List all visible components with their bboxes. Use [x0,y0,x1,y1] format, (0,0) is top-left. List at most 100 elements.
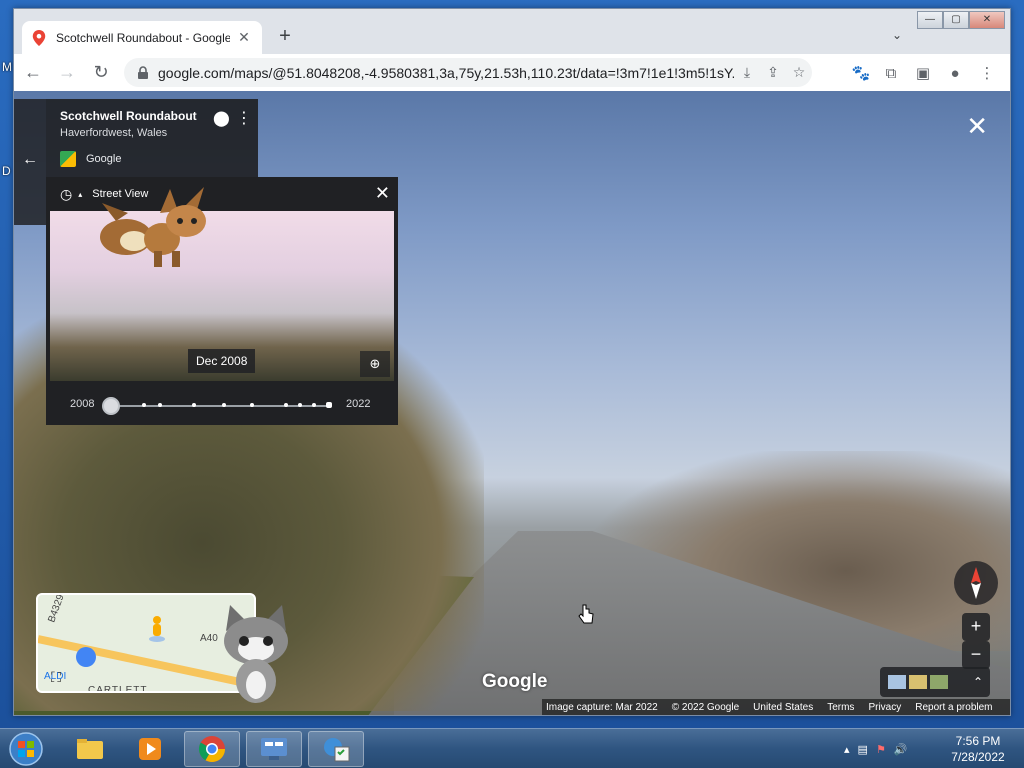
browser-window: Scotchwell Roundabout - Google ✕ + ⌄ — ▢… [13,8,1011,716]
preview-date-label: Dec 2008 [188,349,256,373]
show-hidden-icons-icon[interactable]: ▴ [844,743,850,756]
year-stop[interactable] [298,403,302,407]
tab-close-icon[interactable]: ✕ [236,29,252,46]
expand-map-icon[interactable]: ⛶ [46,669,66,689]
store-pin-icon[interactable] [76,647,96,667]
volume-icon[interactable]: 🔊 [894,743,908,756]
terms-link[interactable]: Terms [827,702,854,713]
extensions-puzzle-icon[interactable]: ⧉ [880,62,902,84]
clock-date: 7/28/2022 [951,750,1005,764]
map-pin-icon[interactable]: ⬤ [213,109,230,127]
compass-needle-icon [971,567,981,599]
year-stop[interactable] [192,403,196,407]
image-capture-date: Image capture: Mar 2022 [546,701,658,713]
year-stop[interactable] [158,403,162,407]
history-clock-icon: ◷ [60,185,73,202]
year-end-label: 2022 [346,398,371,410]
year-stop[interactable] [326,402,332,408]
place-subtitle: Haverfordwest, Wales [60,127,168,139]
layer-thumbnail[interactable] [909,675,927,689]
year-stop[interactable] [142,403,146,407]
tab-search-chevron-down-icon[interactable]: ⌄ [892,28,902,42]
slider-handle[interactable] [102,397,120,415]
start-button-windows-icon[interactable] [6,731,46,767]
expand-up-icon[interactable]: ⌃ [973,675,983,689]
globe-checklist-icon [324,738,350,762]
year-stop[interactable] [222,403,226,407]
cat-sticker-icon [224,605,288,703]
minimize-button[interactable]: — [917,11,943,29]
street-view-canvas[interactable]: ← Scotchwell Roundabout Haverfordwest, W… [14,91,1010,715]
zoom-out-button[interactable]: − [962,641,990,669]
year-slider[interactable]: 2008 2022 [46,385,398,425]
system-clock[interactable]: 7:56 PM 7/28/2022 [936,733,1020,765]
country-link[interactable]: United States [753,702,813,713]
desktop-icon-label: M [2,60,12,74]
imagery-source: Google [60,151,244,167]
map-area-label: CARTLETT [88,685,148,693]
media-player-icon [139,738,161,760]
location-card: Scotchwell Roundabout Haverfordwest, Wal… [46,99,258,177]
year-start-label: 2008 [70,398,95,410]
share-icon[interactable]: ⇪ [760,64,786,81]
back-button[interactable]: ← [14,99,46,225]
caret-up-icon: ▴ [78,189,83,199]
remote-desktop-taskbar-button[interactable] [246,731,302,767]
install-app-icon[interactable]: ⤓ [734,64,760,81]
system-tray: ▴ ▤ ⚑ 🔊 [844,737,908,761]
network-taskbar-button[interactable] [308,731,364,767]
media-player-taskbar-button[interactable] [122,731,178,767]
browser-menu-kebab-icon[interactable]: ⋮ [976,62,998,84]
browser-tab[interactable]: Scotchwell Roundabout - Google ✕ [22,21,262,54]
tab-title: Scotchwell Roundabout - Google [56,30,230,45]
maximize-button[interactable]: ▢ [943,11,969,29]
zoom-in-preview-icon[interactable]: ⊕ [360,351,390,377]
copyright-text: © 2022 Google [671,701,740,713]
browser-toolbar: ← → ↻ google.com/maps/@51.8048208,-4.958… [14,54,1010,91]
map-road-label: B4329 [46,593,67,624]
year-stop[interactable] [284,403,288,407]
eevee-sticker-icon [100,187,206,267]
imagery-layers-strip[interactable]: ⌃ [880,667,990,697]
paw-extension-icon[interactable]: 🐾 [850,62,872,84]
lock-icon [138,65,148,79]
address-bar[interactable]: google.com/maps/@51.8048208,-4.9580381,3… [124,58,812,87]
network-icon[interactable]: ▤ [858,743,868,756]
folder-icon [77,739,103,759]
control-panel-icon [261,738,287,760]
privacy-link[interactable]: Privacy [868,702,901,713]
google-watermark: Google [482,671,548,692]
back-arrow-icon: ← [22,151,38,168]
year-stop[interactable] [312,403,316,407]
action-center-flag-icon[interactable]: ⚑ [876,743,886,756]
google-maps-favicon-icon [32,29,46,46]
slider-track[interactable] [112,402,332,408]
source-label: Google [86,153,122,165]
close-icon[interactable]: ✕ [375,183,390,204]
chrome-taskbar-button[interactable] [184,731,240,767]
taskbar: ▴ ▤ ⚑ 🔊 7:56 PM 7/28/2022 [0,728,1024,768]
url-text: google.com/maps/@51.8048208,-4.9580381,3… [158,64,734,81]
compass-icon[interactable] [954,561,998,605]
profile-avatar-icon[interactable]: ● [944,62,966,84]
clock-time: 7:56 PM [955,734,1001,748]
close-window-button[interactable]: ✕ [969,11,1005,29]
layer-thumbnail[interactable] [888,675,906,689]
layer-thumbnail[interactable] [930,675,948,689]
pegman-icon[interactable] [148,615,166,643]
bookmark-star-icon[interactable]: ☆ [786,64,812,81]
side-panel-icon[interactable]: ▣ [912,62,934,84]
forward-arrow-icon[interactable]: → [52,58,82,88]
close-street-view-icon[interactable]: ✕ [966,111,988,142]
more-options-kebab-icon[interactable]: ⋮ [236,108,252,128]
attribution-bar: Image capture: Mar 2022 © 2022 Google Un… [542,699,1010,715]
year-stop[interactable] [250,403,254,407]
reload-icon[interactable]: ↻ [86,58,116,88]
new-tab-button[interactable]: + [272,24,298,50]
google-maps-logo-icon [60,151,76,167]
file-explorer-taskbar-button[interactable] [62,731,118,767]
zoom-in-button[interactable]: + [962,613,990,641]
report-problem-link[interactable]: Report a problem [915,702,992,713]
hand-cursor-icon [578,604,594,624]
back-arrow-icon[interactable]: ← [18,58,48,88]
